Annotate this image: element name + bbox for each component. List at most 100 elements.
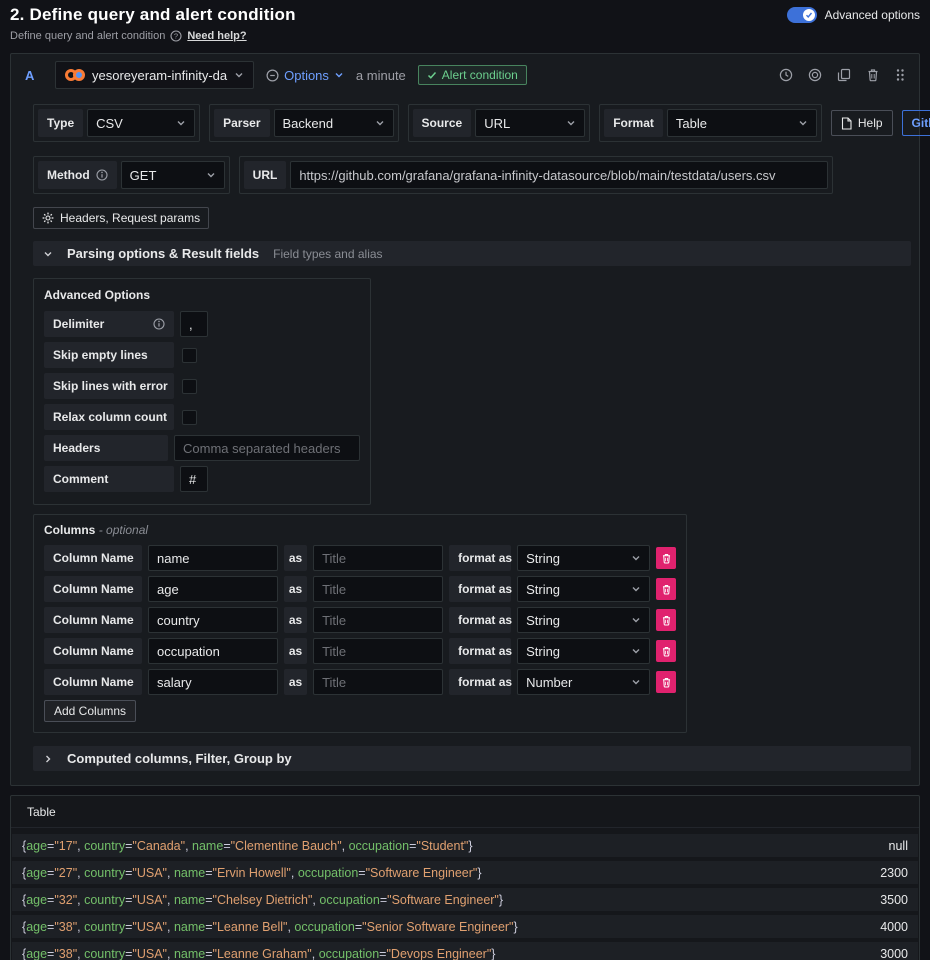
relax-column-count-checkbox[interactable]: [182, 410, 197, 425]
column-title-input[interactable]: [313, 545, 443, 571]
row-value: null: [889, 839, 908, 853]
skip-lines-error-checkbox[interactable]: [182, 379, 197, 394]
chevron-down-icon: [176, 118, 186, 128]
format-select[interactable]: Table: [667, 109, 817, 137]
parser-select[interactable]: Backend: [274, 109, 394, 137]
delete-column-button[interactable]: [656, 640, 676, 662]
column-format-select[interactable]: String: [517, 607, 650, 633]
column-title-input[interactable]: [313, 638, 443, 664]
column-name-input[interactable]: [148, 669, 278, 695]
type-value: CSV: [96, 116, 123, 131]
delete-column-button[interactable]: [656, 671, 676, 693]
column-row: Column Nameasformat asString: [44, 638, 676, 664]
advanced-options-toggle-wrap: Advanced options: [787, 7, 920, 23]
chevron-down-icon: [234, 70, 244, 80]
disable-query-icon[interactable]: [808, 68, 822, 82]
skip-empty-lines-label: Skip empty lines: [44, 342, 174, 368]
source-select[interactable]: URL: [475, 109, 585, 137]
page-subtitle-text: Define query and alert condition: [10, 30, 165, 42]
row-object-text: {age="38", country="USA", name="Leanne G…: [22, 947, 495, 960]
delimiter-row: Delimiter: [44, 311, 360, 337]
chevron-down-icon: [334, 70, 344, 80]
column-format-value: String: [526, 582, 560, 597]
format-value: Table: [676, 116, 707, 131]
parser-value: Backend: [283, 116, 334, 131]
github-button[interactable]: Github: [902, 110, 930, 136]
csv-headers-input[interactable]: [174, 435, 360, 461]
table-panel: Table {age="17", country="Canada", name=…: [10, 795, 920, 960]
add-columns-button[interactable]: Add Columns: [44, 700, 136, 722]
delete-column-button[interactable]: [656, 609, 676, 631]
format-group: FormatTable: [599, 104, 822, 142]
comment-row: Comment: [44, 466, 360, 492]
columns-title: Columns - optional: [44, 523, 676, 537]
skip-empty-lines-checkbox[interactable]: [182, 348, 197, 363]
csv-headers-label: Headers: [44, 435, 168, 461]
column-format-select[interactable]: String: [517, 576, 650, 602]
computed-columns-section-header[interactable]: Computed columns, Filter, Group by: [33, 746, 911, 771]
gear-icon: [42, 212, 54, 224]
column-name-label: Column Name: [44, 545, 142, 571]
advanced-options-toggle[interactable]: [787, 7, 817, 23]
type-label: Type: [38, 109, 83, 137]
url-input[interactable]: [290, 161, 828, 189]
relax-column-count-row: Relax column count: [44, 404, 360, 430]
check-icon: [427, 70, 437, 80]
table-row: {age="17", country="Canada", name="Cleme…: [12, 834, 918, 857]
type-select[interactable]: CSV: [87, 109, 195, 137]
column-format-select[interactable]: Number: [517, 669, 650, 695]
parsing-options-title: Parsing options & Result fields: [67, 246, 259, 261]
column-name-label: Column Name: [44, 576, 142, 602]
query-options-button[interactable]: Options: [266, 68, 344, 83]
url-group: URL: [239, 156, 834, 194]
query-refid: A: [25, 68, 43, 83]
column-format-select[interactable]: String: [517, 638, 650, 664]
trash-icon: [661, 677, 672, 688]
query-body: TypeCSVParserBackendSourceURLFormatTable…: [11, 96, 919, 785]
parsing-options-section-header[interactable]: Parsing options & Result fields Field ty…: [33, 241, 911, 266]
delete-column-button[interactable]: [656, 578, 676, 600]
datasource-name: yesoreyeram-infinity-da: [92, 68, 227, 83]
help-button[interactable]: Help: [831, 110, 893, 136]
delimiter-input[interactable]: [180, 311, 208, 337]
drag-handle-icon[interactable]: [895, 68, 905, 82]
url-label: URL: [244, 161, 287, 189]
type-group: Type CSV: [33, 104, 200, 142]
query-editor-card: A yesoreyeram-infinity-da Options a minu…: [10, 53, 920, 786]
method-select[interactable]: GET: [121, 161, 225, 189]
delete-column-button[interactable]: [656, 547, 676, 569]
duplicate-query-icon[interactable]: [837, 68, 851, 82]
column-title-input[interactable]: [313, 669, 443, 695]
column-format-value: String: [526, 613, 560, 628]
column-row: Column Nameasformat asString: [44, 545, 676, 571]
format-as-label: format as: [449, 669, 511, 695]
options-label: Options: [284, 68, 329, 83]
skip-lines-error-row: Skip lines with error: [44, 373, 360, 399]
page-subtitle: Define query and alert condition ? Need …: [10, 30, 296, 42]
column-name-input[interactable]: [148, 638, 278, 664]
trash-icon: [661, 615, 672, 626]
remove-query-icon[interactable]: [866, 68, 880, 82]
column-format-select[interactable]: String: [517, 545, 650, 571]
query-history-icon[interactable]: [779, 68, 793, 82]
as-label: as: [284, 638, 307, 664]
info-circle-icon: [153, 318, 165, 330]
datasource-picker[interactable]: yesoreyeram-infinity-da: [55, 61, 254, 89]
chevron-down-icon: [631, 677, 641, 687]
column-name-input[interactable]: [148, 545, 278, 571]
headers-request-params-button[interactable]: Headers, Request params: [33, 207, 209, 229]
comment-input[interactable]: [180, 466, 208, 492]
selector-row: TypeCSVParserBackendSourceURLFormatTable…: [33, 104, 913, 142]
need-help-link[interactable]: Need help?: [187, 30, 246, 42]
chevron-down-icon: [631, 615, 641, 625]
alert-condition-label: Alert condition: [442, 68, 518, 82]
table-rows: {age="17", country="Canada", name="Cleme…: [11, 828, 919, 960]
info-circle-icon: [96, 169, 108, 181]
column-row: Column Nameasformat asString: [44, 607, 676, 633]
column-name-input[interactable]: [148, 607, 278, 633]
column-name-input[interactable]: [148, 576, 278, 602]
column-title-input[interactable]: [313, 576, 443, 602]
column-title-input[interactable]: [313, 607, 443, 633]
table-row: {age="27", country="USA", name="Ervin Ho…: [12, 861, 918, 884]
skip-lines-error-label: Skip lines with error: [44, 373, 174, 399]
